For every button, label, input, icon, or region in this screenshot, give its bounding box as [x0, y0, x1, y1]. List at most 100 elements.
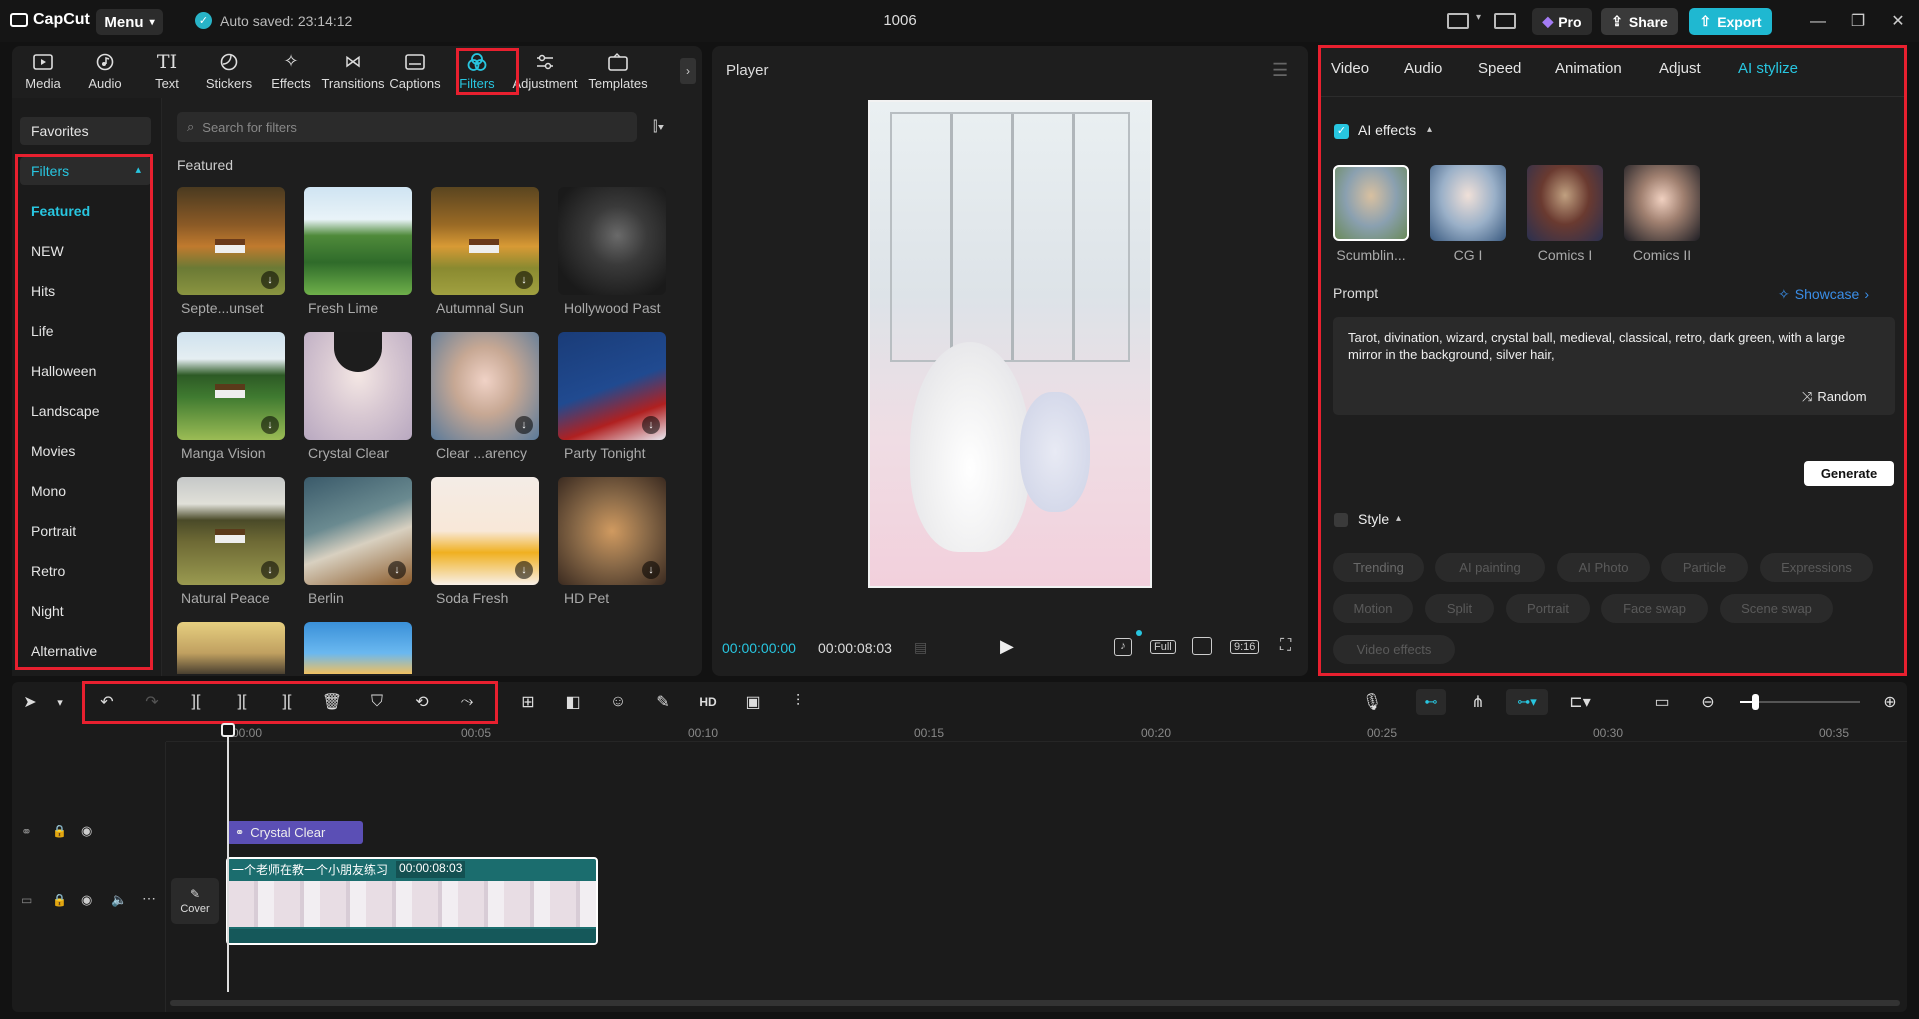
preview-axis-icon[interactable]: ⊏▾ — [1568, 690, 1592, 714]
chevron-up-icon[interactable]: ▴ — [1396, 513, 1401, 524]
video-clip[interactable]: 一个老师在教一个小朋友练习 00:00:08:03 — [226, 857, 598, 945]
link-main-track-toggle[interactable]: ⊷ — [1416, 689, 1446, 715]
sidebar-item-life[interactable]: Life — [31, 323, 54, 339]
play-icon[interactable]: ▶ — [1000, 636, 1014, 657]
zoom-in-icon[interactable]: ⊕ — [1878, 690, 1902, 714]
filter-clip[interactable]: ⚭ Crystal Clear — [227, 821, 363, 844]
filter-thumb[interactable]: ↓ — [304, 477, 412, 585]
filter-thumb[interactable]: ↓ — [431, 477, 539, 585]
redo-icon[interactable]: ↷ — [140, 690, 164, 714]
style-checkbox[interactable] — [1334, 513, 1348, 527]
sidebar-item-hits[interactable]: Hits — [31, 283, 55, 299]
chevron-down-icon[interactable]: ▾ — [1476, 12, 1481, 23]
select-cursor-icon[interactable]: ➤ — [18, 690, 42, 714]
fullscreen-icon[interactable]: ⛶ — [1280, 637, 1291, 655]
filter-thumb[interactable] — [304, 332, 412, 440]
filter-thumb[interactable] — [558, 187, 666, 295]
more-icon[interactable]: ⋯ — [142, 890, 156, 907]
playhead-handle[interactable] — [221, 723, 235, 737]
player-menu-icon[interactable]: ☰ — [1272, 60, 1288, 81]
zoom-fit-icon[interactable] — [1192, 637, 1212, 655]
person-remove-icon[interactable]: ☺ — [606, 690, 630, 714]
tool-adjustment[interactable]: Adjustment — [508, 46, 582, 96]
export-button[interactable]: ⇧ Export — [1689, 8, 1772, 35]
random-button[interactable]: ⤨ Random — [1802, 389, 1867, 405]
split-right-icon[interactable]: ][ — [275, 690, 299, 714]
tool-effects[interactable]: ✧ Effects — [260, 46, 322, 96]
sidebar-item-alternative[interactable]: Alternative — [31, 643, 97, 659]
audio-wave-icon[interactable]: ⫶ — [786, 690, 810, 714]
generate-button[interactable]: Generate — [1804, 461, 1894, 486]
filter-thumb[interactable]: ↓ — [177, 332, 285, 440]
tool-captions[interactable]: Captions — [384, 46, 446, 96]
tool-media[interactable]: Media — [12, 46, 74, 96]
filter-thumb[interactable]: ↓ — [177, 477, 285, 585]
tab-ai-stylize[interactable]: AI stylize — [1738, 60, 1798, 77]
audio-extract-icon[interactable]: ◧ — [561, 690, 585, 714]
preview-video[interactable] — [868, 100, 1152, 588]
link-toggle[interactable]: ⊶▾ — [1506, 689, 1548, 715]
lock-icon[interactable]: 🔒 — [52, 893, 67, 907]
style-chip[interactable]: Face swap — [1601, 594, 1708, 623]
share-button[interactable]: ⇪ Share — [1601, 8, 1678, 35]
sidebar-item-new[interactable]: NEW — [31, 243, 64, 259]
download-icon[interactable]: ↓ — [515, 416, 533, 434]
undo-icon[interactable]: ↶ — [95, 690, 119, 714]
download-icon[interactable]: ↓ — [515, 561, 533, 579]
filter-thumb[interactable] — [304, 187, 412, 295]
tab-speed[interactable]: Speed — [1478, 60, 1521, 77]
filters-section-header[interactable]: Filters ▴ — [20, 157, 151, 185]
style-chip[interactable]: Split — [1425, 594, 1494, 623]
download-icon[interactable]: ↓ — [261, 271, 279, 289]
timeline-scrollbar[interactable] — [170, 1000, 1900, 1006]
filter-thumb[interactable]: ↓ — [431, 332, 539, 440]
style-chip[interactable]: Particle — [1661, 553, 1748, 582]
eye-icon[interactable]: ◉ — [81, 892, 92, 908]
tool-stickers[interactable]: Stickers — [198, 46, 260, 96]
style-chip[interactable]: Expressions — [1760, 553, 1873, 582]
split-left-icon[interactable]: ][ — [230, 690, 254, 714]
timeline-grid-icon[interactable]: ▤ — [914, 639, 927, 656]
ai-effect-thumb[interactable] — [1430, 165, 1506, 241]
tab-audio[interactable]: Audio — [1404, 60, 1442, 77]
layout-icon[interactable] — [1447, 13, 1469, 29]
restore-icon[interactable]: ❐ — [1848, 12, 1868, 32]
filter-search-input[interactable]: ⌕ Search for filters — [177, 112, 637, 142]
magic-wand-icon[interactable]: ✎ — [651, 690, 675, 714]
add-text-icon[interactable]: ⊞ — [516, 690, 540, 714]
speed-curve-icon[interactable]: ⤳ — [455, 690, 479, 714]
project-title[interactable]: 1006 — [860, 12, 940, 29]
style-chip[interactable]: Scene swap — [1720, 594, 1833, 623]
download-icon[interactable]: ↓ — [388, 561, 406, 579]
split-icon[interactable]: ][ — [184, 690, 208, 714]
screen-icon[interactable]: ▭ — [1650, 690, 1674, 714]
toolbar-scroll-right[interactable]: › — [680, 58, 696, 84]
tiktok-icon[interactable]: ♪ — [1114, 638, 1132, 656]
camera-plus-icon[interactable]: ▣ — [741, 690, 765, 714]
close-icon[interactable]: ✕ — [1888, 12, 1908, 32]
sidebar-item-portrait[interactable]: Portrait — [31, 523, 76, 539]
timeline-ruler[interactable] — [166, 722, 1907, 742]
pro-button[interactable]: ◆ Pro — [1532, 8, 1592, 35]
download-icon[interactable]: ↓ — [642, 561, 660, 579]
download-icon[interactable]: ↓ — [261, 561, 279, 579]
cover-button[interactable]: ✎ Cover — [171, 878, 219, 924]
zoom-slider[interactable] — [1740, 694, 1860, 710]
aspect-ratio-button[interactable]: 9:16 — [1230, 640, 1260, 654]
tool-filters[interactable]: Filters — [446, 46, 508, 96]
tool-templates[interactable]: Templates — [582, 46, 654, 96]
download-icon[interactable]: ↓ — [515, 271, 533, 289]
filter-thumb[interactable] — [177, 622, 285, 674]
chevron-up-icon[interactable]: ▴ — [1427, 124, 1432, 135]
style-chip[interactable]: AI Photo — [1557, 553, 1650, 582]
tool-audio[interactable]: Audio — [74, 46, 136, 96]
menu-button[interactable]: Menu ▾ — [96, 9, 163, 35]
sort-filter-icon[interactable]: ⫿▾ — [653, 118, 664, 135]
download-icon[interactable]: ↓ — [261, 416, 279, 434]
sidebar-item-retro[interactable]: Retro — [31, 563, 65, 579]
ai-effect-thumb-selected[interactable] — [1333, 165, 1409, 241]
chevron-down-icon[interactable]: ▾ — [48, 690, 72, 714]
crop-loop-icon[interactable]: ⟲ — [410, 690, 434, 714]
zoom-out-icon[interactable]: ⊖ — [1696, 690, 1720, 714]
tab-animation[interactable]: Animation — [1555, 60, 1622, 77]
